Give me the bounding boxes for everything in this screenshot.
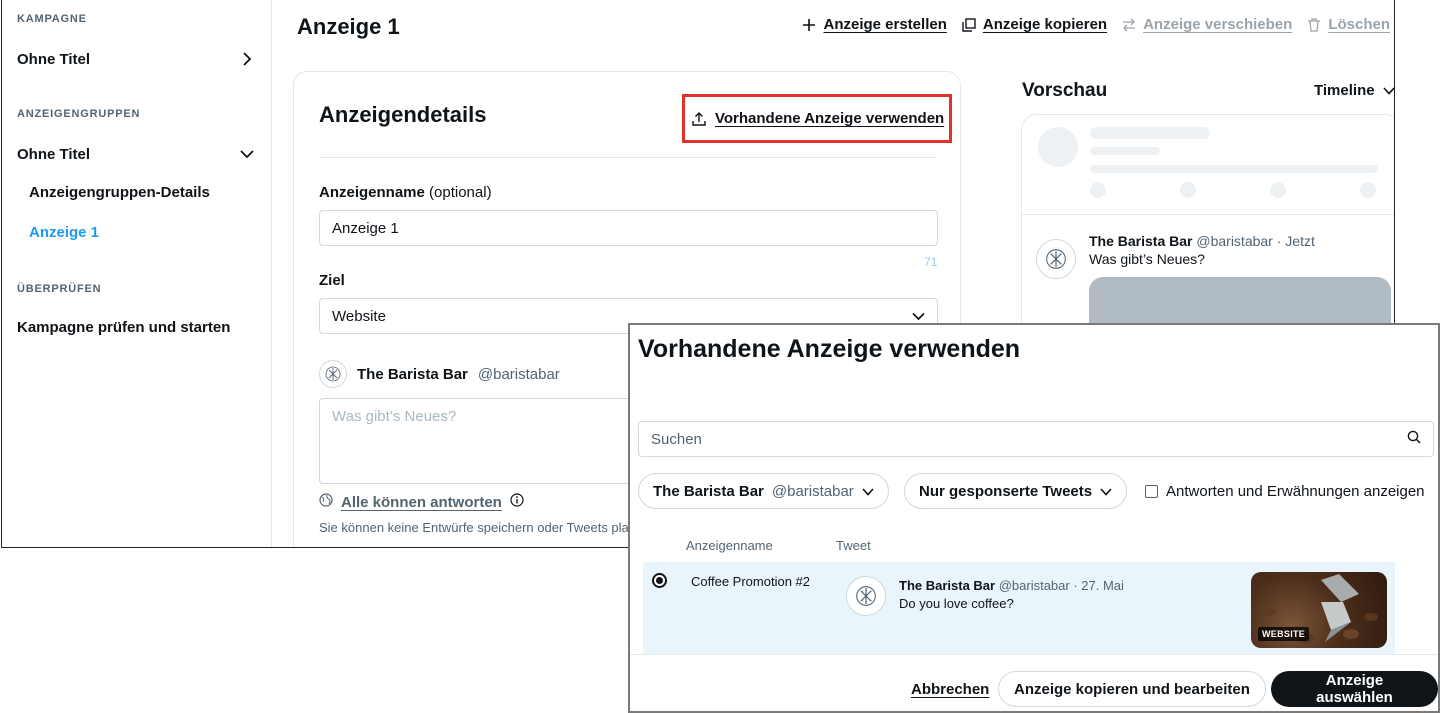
divider bbox=[630, 654, 1438, 655]
sidebar-item-label: Kampagne prüfen und starten bbox=[17, 319, 231, 336]
search-icon[interactable] bbox=[1407, 430, 1421, 449]
select-ad-button[interactable]: Anzeige auswählen bbox=[1271, 671, 1438, 707]
ad-details-title: Anzeigendetails bbox=[319, 102, 487, 127]
tweet-type-filter-dropdown[interactable]: Nur gesponserte Tweets bbox=[904, 473, 1128, 509]
cancel-button[interactable]: Abbrechen bbox=[911, 681, 989, 698]
skeleton-line bbox=[1090, 147, 1160, 155]
plus-icon bbox=[801, 17, 817, 33]
chevron-down-icon bbox=[912, 308, 925, 325]
skeleton-line bbox=[1090, 127, 1210, 139]
chevron-down-icon bbox=[1383, 82, 1394, 99]
column-header-ad-name: Anzeigenname bbox=[686, 538, 773, 553]
checkbox-box[interactable] bbox=[1145, 485, 1158, 498]
preview-view-select[interactable]: Timeline bbox=[1314, 82, 1394, 99]
table-row[interactable]: Coffee Promotion #2 The Barista Bar @bar… bbox=[643, 562, 1395, 654]
sidebar-item-campaign[interactable]: Ohne Titel bbox=[17, 49, 257, 69]
account-filter-dropdown[interactable]: The Barista Bar @baristabar bbox=[638, 473, 889, 509]
divider bbox=[319, 157, 937, 158]
ad-name-input[interactable]: Anzeige 1 bbox=[319, 210, 938, 246]
preview-title: Vorschau bbox=[1022, 80, 1108, 101]
tweet-media-thumbnail: WEBSITE bbox=[1251, 572, 1387, 648]
tweet-text: Do you love coffee? bbox=[899, 596, 1014, 611]
globe-icon bbox=[319, 493, 333, 511]
skeleton-dot bbox=[1270, 182, 1286, 198]
chevron-down-icon bbox=[862, 483, 874, 500]
move-ad-button[interactable]: Anzeige verschieben bbox=[1121, 16, 1292, 33]
swap-arrows-icon bbox=[1121, 17, 1137, 33]
sidebar-item-ad-1[interactable]: Anzeige 1 bbox=[29, 224, 99, 241]
use-existing-ad-button[interactable]: Vorhandene Anzeige verwenden bbox=[682, 94, 952, 143]
create-ad-button[interactable]: Anzeige erstellen bbox=[801, 16, 947, 33]
sidebar-section-campaign: KAMPAGNE bbox=[17, 13, 87, 25]
sidebar-item-label: Ohne Titel bbox=[17, 50, 91, 68]
copy-ad-button[interactable]: Anzeige kopieren bbox=[961, 16, 1107, 33]
tweet-header: The Barista Bar @baristabar · 27. Mai bbox=[899, 578, 1124, 593]
sidebar-item-label: Ohne Titel bbox=[17, 145, 91, 163]
column-header-tweet: Tweet bbox=[836, 538, 871, 553]
copy-icon bbox=[961, 17, 977, 33]
avatar bbox=[319, 360, 347, 388]
skeleton-dot bbox=[1180, 182, 1196, 198]
copy-and-edit-button[interactable]: Anzeige kopieren und bearbeiten bbox=[998, 671, 1266, 707]
chevron-down-icon bbox=[237, 144, 257, 164]
draft-note: Sie können keine Entwürfe speichern oder… bbox=[319, 520, 629, 535]
info-icon bbox=[510, 493, 524, 511]
search-input[interactable] bbox=[651, 430, 1351, 448]
toolbar: Anzeige erstellen Anzeige kopieren Anzei… bbox=[801, 16, 1390, 33]
search-field bbox=[638, 421, 1434, 457]
skeleton-dot bbox=[1360, 182, 1376, 198]
ad-name-label: Anzeigenname (optional) bbox=[319, 184, 492, 201]
trash-icon bbox=[1306, 17, 1322, 33]
row-radio-selected[interactable] bbox=[652, 573, 667, 588]
upload-icon bbox=[691, 111, 707, 127]
skeleton-avatar bbox=[1038, 127, 1078, 167]
sidebar-section-review: ÜBERPRÜFEN bbox=[17, 283, 102, 295]
preview-tweet-text: Was gibt’s Neues? bbox=[1089, 251, 1205, 267]
use-existing-ad-dialog: Vorhandene Anzeige verwenden The Barista… bbox=[628, 323, 1440, 713]
ad-name-cell: Coffee Promotion #2 bbox=[691, 574, 810, 589]
dialog-title: Vorhandene Anzeige verwenden bbox=[638, 335, 1021, 363]
chevron-down-icon bbox=[1100, 483, 1112, 500]
goal-label: Ziel bbox=[319, 272, 345, 289]
reply-settings-button[interactable]: Alle können antworten bbox=[319, 493, 524, 511]
show-replies-checkbox[interactable]: Antworten und Erwähnungen anzeigen bbox=[1145, 483, 1425, 500]
tweet-author: The Barista Bar @baristabar bbox=[319, 360, 560, 388]
divider bbox=[1022, 214, 1394, 215]
website-badge: WEBSITE bbox=[1258, 627, 1310, 641]
preview-tweet-header: The Barista Bar @baristabar · Jetzt bbox=[1089, 233, 1315, 249]
avatar bbox=[1036, 239, 1076, 279]
sidebar-section-adgroups: ANZEIGENGRUPPEN bbox=[17, 108, 141, 120]
sidebar-item-adgroup-details[interactable]: Anzeigengruppen-Details bbox=[29, 184, 210, 201]
delete-ad-button[interactable]: Löschen bbox=[1306, 16, 1390, 33]
sidebar-item-review[interactable]: Kampagne prüfen und starten bbox=[17, 319, 257, 336]
sidebar: KAMPAGNE Ohne Titel ANZEIGENGRUPPEN Ohne… bbox=[2, 0, 272, 547]
chevron-right-icon bbox=[237, 49, 257, 69]
sidebar-item-adgroup[interactable]: Ohne Titel bbox=[17, 144, 257, 164]
skeleton-line bbox=[1090, 165, 1378, 173]
page-title: Anzeige 1 bbox=[297, 14, 400, 39]
avatar bbox=[846, 576, 886, 616]
character-counter: 71 bbox=[924, 255, 938, 269]
skeleton-dot bbox=[1090, 182, 1106, 198]
